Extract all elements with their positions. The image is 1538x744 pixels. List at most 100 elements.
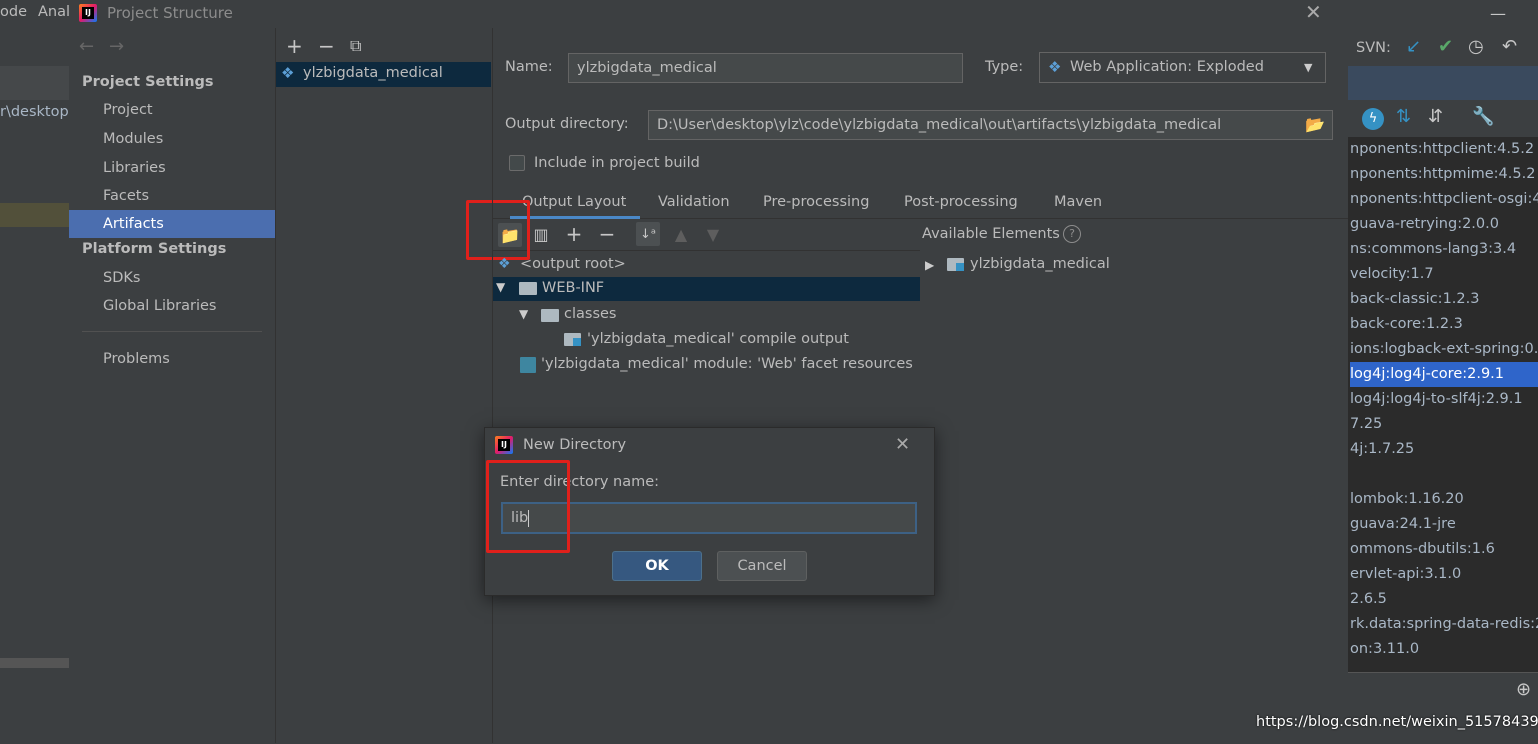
- type-select-value: Web Application: Exploded: [1070, 59, 1264, 75]
- module-folder-icon: [947, 258, 964, 271]
- dependency-item[interactable]: ervlet-api:3.1.0: [1350, 562, 1538, 587]
- dependency-item[interactable]: log4j:log4j-to-slf4j:2.9.1: [1350, 387, 1538, 412]
- tree-facet-resources[interactable]: 'ylzbigdata_medical' module: 'Web' facet…: [541, 356, 913, 372]
- nav-item-artifacts[interactable]: Artifacts: [69, 210, 275, 238]
- watermark: https://blog.csdn.net/weixin_51578439: [1256, 714, 1538, 730]
- add-artifact-icon[interactable]: +: [286, 34, 303, 58]
- scrollbar[interactable]: [0, 658, 69, 668]
- tab-pre-processing[interactable]: Pre-processing: [763, 194, 869, 210]
- nav-divider: [82, 331, 262, 332]
- dependency-item[interactable]: guava:24.1-jre: [1350, 512, 1538, 537]
- dependency-item[interactable]: ns:commons-lang3:3.4: [1350, 237, 1538, 262]
- tab-maven[interactable]: Maven: [1054, 194, 1102, 210]
- dependency-item[interactable]: guava-retrying:2.0.0: [1350, 212, 1538, 237]
- tab-post-processing[interactable]: Post-processing: [904, 194, 1018, 210]
- available-module-item[interactable]: ylzbigdata_medical: [970, 256, 1110, 272]
- dependency-item[interactable]: on:3.11.0: [1350, 637, 1538, 662]
- output-directory-value: D:\User\desktop\ylz\code\ylzbigdata_medi…: [657, 117, 1222, 133]
- ok-button[interactable]: OK: [612, 551, 702, 581]
- dependency-item[interactable]: velocity:1.7: [1350, 262, 1538, 287]
- move-down-icon[interactable]: ▼: [702, 223, 724, 245]
- dependency-item[interactable]: lombok:1.16.20: [1350, 487, 1538, 512]
- expand-all-icon[interactable]: ⇅: [1396, 106, 1411, 127]
- nav-item-modules[interactable]: Modules: [69, 125, 275, 153]
- output-root-icon: ❖: [498, 256, 511, 272]
- help-icon[interactable]: ?: [1063, 225, 1081, 243]
- dependency-item[interactable]: back-classic:1.2.3: [1350, 287, 1538, 312]
- menu-fragment-analyze[interactable]: Anal: [38, 4, 70, 20]
- create-archive-icon[interactable]: ▥: [530, 223, 552, 245]
- browse-folder-icon[interactable]: 📂: [1305, 111, 1325, 139]
- highlight-box-create-directory: [466, 200, 530, 260]
- artifact-item[interactable]: ❖ ylzbigdata_medical: [276, 62, 491, 87]
- close-icon[interactable]: ✕: [895, 434, 910, 455]
- tree-output-root[interactable]: <output root>: [520, 256, 626, 272]
- dependency-item[interactable]: nponents:httpmime:4.5.2: [1350, 162, 1538, 187]
- layout-toolbar-divider: [493, 250, 920, 251]
- dependency-item[interactable]: nponents:httpclient-osgi:4: [1350, 187, 1538, 212]
- platform-settings-header: Platform Settings: [82, 241, 227, 257]
- offline-mode-icon[interactable]: ϟ: [1362, 108, 1384, 130]
- nav-item-global-libraries[interactable]: Global Libraries: [69, 292, 275, 320]
- dependency-item[interactable]: log4j:log4j-core:2.9.1: [1350, 362, 1538, 387]
- nav-item-libraries[interactable]: Libraries: [69, 154, 275, 182]
- dependency-item[interactable]: rk.data:spring-data-redis:2: [1350, 612, 1538, 637]
- type-select[interactable]: ❖ Web Application: Exploded ▼: [1039, 52, 1326, 83]
- dependency-item[interactable]: 7.25: [1350, 412, 1538, 437]
- close-icon[interactable]: ✕: [1305, 0, 1322, 24]
- expand-arrow-icon[interactable]: ▼: [519, 307, 528, 321]
- nav-item-sdks[interactable]: SDKs: [69, 264, 275, 292]
- tree-web-inf: WEB-INF: [542, 280, 605, 296]
- forward-arrow-icon[interactable]: →: [109, 36, 124, 57]
- dependency-item[interactable]: back-core:1.2.3: [1350, 312, 1538, 337]
- menu-fragment-code[interactable]: ode: [0, 4, 27, 20]
- tab-output-layout[interactable]: Output Layout: [522, 194, 626, 210]
- name-label: Name:: [505, 59, 553, 75]
- dependency-item[interactable]: 4j:1.7.25: [1350, 437, 1538, 462]
- dependency-item[interactable]: [1350, 462, 1538, 487]
- tree-web-inf-row[interactable]: ▼ WEB-INF: [493, 277, 920, 301]
- modal-title: New Directory: [523, 437, 627, 453]
- collapse-arrow-icon[interactable]: ▶: [925, 258, 934, 272]
- nav-item-project[interactable]: Project: [69, 96, 275, 124]
- ide-right-tab-bar: [1348, 66, 1538, 100]
- intellij-logo-icon: IJ: [79, 4, 97, 22]
- tree-classes[interactable]: classes: [564, 306, 616, 322]
- revert-icon[interactable]: ↶: [1502, 36, 1517, 57]
- svn-commit-icon[interactable]: ✔: [1438, 36, 1453, 57]
- cancel-button[interactable]: Cancel: [717, 551, 807, 581]
- copy-artifact-icon[interactable]: ⧉: [350, 36, 361, 56]
- chevron-down-icon: ▼: [1304, 61, 1313, 74]
- include-build-checkbox[interactable]: [509, 155, 525, 171]
- dialog-title: Project Structure: [107, 4, 233, 22]
- sort-elements-icon[interactable]: ↓ᵃ: [636, 222, 660, 246]
- collapse-all-icon[interactable]: ⇵: [1428, 106, 1443, 127]
- artifacts-list-pane: + − ⧉: [276, 28, 493, 743]
- toolbar-strip: [0, 66, 69, 100]
- minimize-icon[interactable]: —: [1490, 4, 1506, 23]
- history-icon[interactable]: ◷: [1468, 36, 1484, 57]
- remove-element-icon[interactable]: −: [596, 222, 618, 246]
- back-arrow-icon[interactable]: ←: [79, 36, 94, 57]
- nav-item-problems[interactable]: Problems: [69, 345, 275, 373]
- artifact-item-label: ylzbigdata_medical: [303, 65, 443, 81]
- dependency-item[interactable]: ommons-dbutils:1.6: [1350, 537, 1538, 562]
- nav-item-facets[interactable]: Facets: [69, 182, 275, 210]
- project-settings-header: Project Settings: [82, 74, 214, 90]
- wrench-icon[interactable]: 🔧: [1472, 106, 1494, 127]
- ide-right-toolbar: SVN: ↙ ✔ ◷ ↶ —: [1348, 0, 1538, 66]
- crosshair-icon[interactable]: ⊕: [1516, 679, 1531, 700]
- dependency-item[interactable]: nponents:httpclient:4.5.2: [1350, 137, 1538, 162]
- dependency-item[interactable]: 2.6.5: [1350, 587, 1538, 612]
- svn-update-icon[interactable]: ↙: [1406, 36, 1421, 57]
- move-up-icon[interactable]: ▲: [670, 223, 692, 245]
- remove-artifact-icon[interactable]: −: [318, 34, 335, 58]
- tab-validation[interactable]: Validation: [658, 194, 730, 210]
- dependency-item[interactable]: ions:logback-ext-spring:0.: [1350, 337, 1538, 362]
- name-field[interactable]: ylzbigdata_medical: [568, 53, 963, 83]
- tree-compile-output[interactable]: 'ylzbigdata_medical' compile output: [587, 331, 849, 347]
- intellij-logo-icon: IJ: [495, 436, 513, 454]
- output-directory-field[interactable]: D:\User\desktop\ylz\code\ylzbigdata_medi…: [648, 110, 1333, 140]
- add-element-icon[interactable]: +: [563, 222, 585, 246]
- expand-arrow-icon[interactable]: ▼: [496, 280, 505, 294]
